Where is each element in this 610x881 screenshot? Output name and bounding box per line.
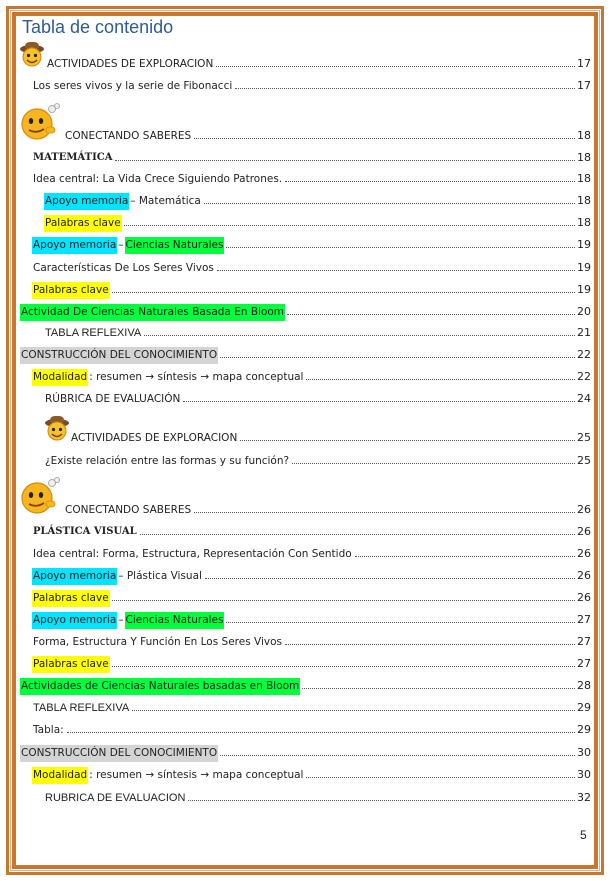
toc-entry-apoyo-memoria-matematica[interactable]: Apoyo memoria – Matemática 18: [44, 190, 591, 210]
toc-entry-modalidad[interactable]: Modalidad: resumen → síntesis → mapa con…: [32, 366, 591, 386]
toc-entry-construccion[interactable]: CONSTRUCCIÓN DEL CONOCIMIENTO 30: [20, 742, 591, 762]
toc-entry-tabla-reflexiva[interactable]: TABLA REFLEXIVA 29: [32, 697, 591, 717]
toc-entry-plastica-visual[interactable]: PLÁSTICA VISUAL 26: [32, 521, 591, 541]
toc-entry-caracteristicas[interactable]: Características De Los Seres Vivos 19: [32, 257, 591, 277]
toc-entry-apoyo-memoria-ciencias[interactable]: Apoyo memoria – Ciencias Naturales 27: [32, 609, 591, 629]
toc-entry-palabras-clave[interactable]: Palabras clave 26: [32, 587, 591, 607]
toc-entry-tabla[interactable]: Tabla: 29: [32, 719, 591, 739]
toc-entry-construccion[interactable]: CONSTRUCCIÓN DEL CONOCIMIENTO 22: [20, 344, 591, 364]
toc-entry-idea-central[interactable]: Idea central: Forma, Estructura, Represe…: [32, 543, 591, 563]
toc-entry-actividades-exploracion[interactable]: ACTIVIDADES DE EXPLORACION 25: [70, 427, 591, 447]
thinking-face-icon: [21, 477, 60, 514]
toc-entry-apoyo-memoria-plastica[interactable]: Apoyo memoria – Plástica Visual 26: [32, 565, 591, 585]
explorer-face-icon: [20, 42, 44, 67]
explorer-face-icon: [45, 416, 69, 441]
toc-entry-rubrica[interactable]: RUBRICA DE EVALUACION 32: [44, 787, 591, 807]
toc-entry-apoyo-memoria-ciencias[interactable]: Apoyo memoria – Ciencias Naturales 19: [32, 234, 591, 254]
toc-entry-tabla-reflexiva[interactable]: TABLA REFLEXIVA 21: [44, 322, 591, 342]
thinking-face-icon: [21, 103, 60, 140]
toc-entry-rubrica[interactable]: RÚBRICA DE EVALUACIÓN 24: [44, 388, 591, 408]
toc-entry-conectando-saberes[interactable]: CONECTANDO SABERES 18: [64, 125, 591, 145]
toc-entry-idea-central[interactable]: Idea central: La Vida Crece Siguiendo Pa…: [32, 168, 591, 188]
toc-entry-matematica[interactable]: MATEMÁTICA 18: [32, 147, 591, 167]
toc-entry-palabras-clave[interactable]: Palabras clave 27: [32, 653, 591, 673]
toc-entry-conectando-saberes[interactable]: CONECTANDO SABERES 26: [64, 499, 591, 519]
toc-entry-forma-estructura[interactable]: Forma, Estructura Y Función En Los Seres…: [32, 631, 591, 651]
toc-entry-actividades-exploracion[interactable]: ACTIVIDADES DE EXPLORACION 17: [46, 53, 591, 73]
toc-entry-palabras-clave[interactable]: Palabras clave 19: [32, 279, 591, 299]
page-number: 5: [580, 828, 587, 842]
toc-entry-palabras-clave[interactable]: Palabras clave 18: [44, 212, 591, 232]
toc-title: Tabla de contenido: [22, 17, 174, 37]
toc-entry-actividades-bloom[interactable]: Actividades de Ciencias Naturales basada…: [20, 675, 591, 695]
toc-entry-actividad-bloom[interactable]: Actividad De Ciencias Naturales Basada E…: [20, 301, 591, 321]
toc-entry-relacion-formas[interactable]: ¿Existe relación entre las formas y su f…: [44, 450, 591, 470]
toc-entry-modalidad[interactable]: Modalidad: resumen → síntesis → mapa con…: [32, 764, 591, 784]
toc-entry-fibonacci[interactable]: Los seres vivos y la serie de Fibonacci 1…: [32, 75, 591, 95]
